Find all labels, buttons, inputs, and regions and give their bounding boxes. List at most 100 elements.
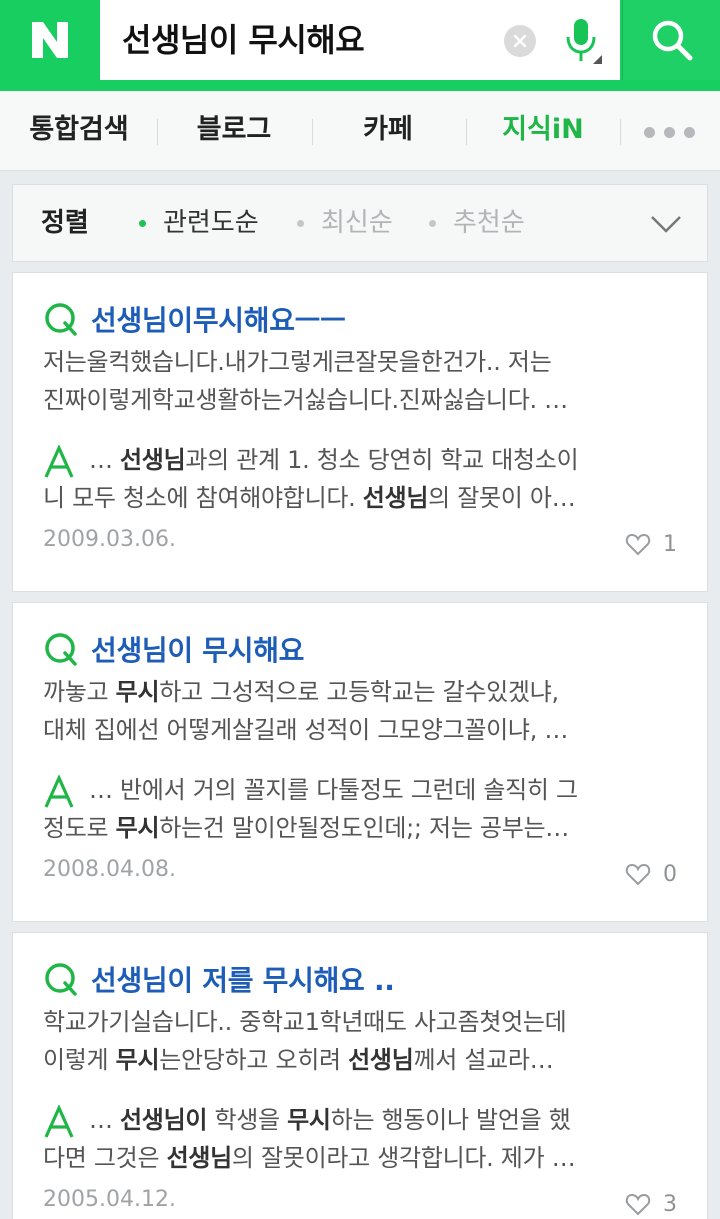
question-snippet: 저는울컥했습니다.내가그렇게큰잘못을한건가.. 저는진짜이렇게학교생활하는거싫습… xyxy=(43,343,683,419)
snippet-text: 학생을 xyxy=(207,1106,288,1134)
highlight-text: 선생님 xyxy=(348,1046,414,1074)
snippet-text: … xyxy=(89,446,121,474)
highlight-text: 선생님이 xyxy=(120,1106,208,1134)
snippet-line: 까놓고 무시하고 그성적으로 고등학교는 갈수있겠냐, xyxy=(43,673,683,711)
question-title[interactable]: 선생님이 무시해요 xyxy=(91,629,304,669)
naver-logo-icon xyxy=(32,22,68,58)
tab-cafe[interactable]: 카페 xyxy=(326,91,450,171)
tab-blog[interactable]: 블로그 xyxy=(170,91,298,171)
question-q-icon xyxy=(45,963,77,996)
question-q-icon xyxy=(45,633,77,666)
highlight-text: 선생님 xyxy=(362,484,429,512)
question-title[interactable]: 선생님이무시해요ㅡㅡ xyxy=(91,299,346,339)
snippet-text: 정도로 xyxy=(43,814,116,842)
snippet-text: 의 잘못이라고 생각합니다. 제가 … xyxy=(231,1144,576,1172)
snippet-text: 하는건 말이안될정도인데;; 저는 공부는… xyxy=(159,814,569,842)
snippet-text: 하고 그성적으로 고등학교는 갈수있겠냐, xyxy=(159,678,559,706)
snippet-text: 저는울컥했습니다.내가그렇게큰잘못을한건가.. 저는 xyxy=(43,348,552,376)
snippet-text: 하는 행동이나 발언을 했 xyxy=(330,1106,571,1134)
snippet-line: … 선생님이 학생을 무시하는 행동이나 발언을 했 xyxy=(43,1101,683,1139)
sort-option-relevance[interactable]: 관련도순 xyxy=(163,185,259,261)
snippet-line: 대체 집에선 어떻게살길래 성적이 그모양그꼴이냐, … xyxy=(43,711,683,749)
question-snippet: 학교가기실습니다.. 중학교1학년때도 사고좀쳣엇는데이렇게 무시는안당하고 오… xyxy=(43,1003,683,1079)
snippet-line: 다면 그것은 선생님의 잘못이라고 생각합니다. 제가 … xyxy=(43,1139,683,1177)
search-icon xyxy=(652,20,692,61)
snippet-text: 께서 설교라… xyxy=(413,1046,554,1074)
snippet-text: … xyxy=(89,1106,121,1134)
like-button[interactable]: 0 xyxy=(625,859,677,889)
sort-option-latest[interactable]: 최신순 xyxy=(321,185,393,261)
close-icon xyxy=(513,34,527,48)
result-card[interactable]: 선생님이 무시해요 까놓고 무시하고 그성적으로 고등학교는 갈수있겠냐, 대체 … xyxy=(12,602,708,922)
tab-knowledge-in[interactable]: 지식iN xyxy=(480,91,606,171)
snippet-text: 까놓고 xyxy=(43,678,116,706)
highlight-text: 선생님 xyxy=(166,1144,233,1172)
tab-separator xyxy=(466,119,467,145)
snippet-text: 과의 관계 1. 청소 당연히 학교 대청소이 xyxy=(185,446,579,474)
snippet-text: 다면 그것은 xyxy=(43,1144,167,1172)
snippet-text: 진짜이렇게학교생활하는거싫습니다.진짜싫습니다. … xyxy=(43,386,568,414)
heart-icon xyxy=(625,863,651,886)
search-header: 선생님이 무시해요 xyxy=(0,0,720,91)
result-card[interactable]: 선생님이무시해요ㅡㅡ 저는울컥했습니다.내가그렇게큰잘못을한건가.. 저는진짜이… xyxy=(12,272,708,592)
post-date: 2005.04.12. xyxy=(43,1187,176,1212)
heart-icon xyxy=(625,533,651,556)
more-tabs-icon[interactable] xyxy=(644,127,695,138)
snippet-text: 학교가기실습니다.. 중학교1학년때도 사고좀쳣엇는데 xyxy=(43,1008,567,1036)
sort-dot-icon xyxy=(429,220,436,227)
snippet-line: 진짜이렇게학교생활하는거싫습니다.진짜싫습니다. … xyxy=(43,381,683,419)
tab-separator xyxy=(312,119,313,145)
snippet-line: 정도로 무시하는건 말이안될정도인데;; 저는 공부는… xyxy=(43,809,683,847)
sort-bar: 정렬 관련도순 최신순 추천순 xyxy=(12,184,708,262)
sort-dot-icon xyxy=(139,220,146,227)
question-q-icon xyxy=(45,303,77,336)
chevron-down-icon[interactable] xyxy=(649,207,683,241)
tab-integrated-search[interactable]: 통합검색 xyxy=(14,91,144,171)
highlight-text: 무시 xyxy=(115,678,160,706)
like-button[interactable]: 3 xyxy=(625,1189,677,1219)
like-button[interactable]: 1 xyxy=(625,529,677,559)
answer-snippet: … 선생님이 학생을 무시하는 행동이나 발언을 했 다면 그것은 선생님의 잘못… xyxy=(43,1101,683,1177)
snippet-line: … 반에서 거의 꼴지를 다툴정도 그런데 솔직히 그 xyxy=(43,771,683,809)
highlight-text: 선생님 xyxy=(120,446,186,474)
clear-query-button[interactable] xyxy=(504,25,536,57)
like-count: 1 xyxy=(663,531,677,557)
snippet-text: … 반에서 거의 꼴지를 다툴정도 그런데 솔직히 그 xyxy=(89,776,578,804)
sort-dot-icon xyxy=(297,220,304,227)
snippet-text: 이렇게 xyxy=(43,1046,116,1074)
sort-option-recommended[interactable]: 추천순 xyxy=(453,185,525,261)
snippet-text: 의 잘못이 아… xyxy=(428,484,576,512)
highlight-text: 무시 xyxy=(287,1106,331,1134)
snippet-text: 니 모두 청소에 참여해야합니다. xyxy=(43,484,363,512)
snippet-line: 이렇게 무시는안당하고 오히려 선생님께서 설교라… xyxy=(43,1041,683,1079)
question-row: 선생님이 저를 무시해요 .. xyxy=(43,959,395,999)
highlight-text: 무시 xyxy=(115,1046,160,1074)
search-tabs: 통합검색 블로그 카페 지식iN xyxy=(0,91,720,171)
answer-snippet: … 선생님과의 관계 1. 청소 당연히 학교 대청소이 니 모두 청소에 참여해… xyxy=(43,441,683,517)
question-snippet: 까놓고 무시하고 그성적으로 고등학교는 갈수있겠냐, 대체 집에선 어떻게살길래… xyxy=(43,673,683,749)
voice-search-button[interactable] xyxy=(556,12,606,70)
question-title[interactable]: 선생님이 저를 무시해요 .. xyxy=(91,959,395,999)
tab-separator xyxy=(620,119,621,145)
result-card[interactable]: 선생님이 저를 무시해요 .. 학교가기실습니다.. 중학교1학년때도 사고좀쳣… xyxy=(12,932,708,1219)
question-row: 선생님이 무시해요 xyxy=(43,629,304,669)
search-box[interactable]: 선생님이 무시해요 xyxy=(100,0,620,80)
search-button[interactable] xyxy=(622,0,720,80)
highlight-text: 무시 xyxy=(115,814,160,842)
like-count: 3 xyxy=(663,1191,677,1217)
snippet-line: … 선생님과의 관계 1. 청소 당연히 학교 대청소이 xyxy=(43,441,683,479)
tab-separator xyxy=(157,119,158,145)
sort-title: 정렬 xyxy=(41,208,89,238)
snippet-line: 학교가기실습니다.. 중학교1학년때도 사고좀쳣엇는데 xyxy=(43,1003,683,1041)
answer-snippet: … 반에서 거의 꼴지를 다툴정도 그런데 솔직히 그정도로 무시하는건 말이안… xyxy=(43,771,683,847)
post-date: 2009.03.06. xyxy=(43,527,176,552)
naver-logo[interactable] xyxy=(0,0,100,80)
heart-icon xyxy=(625,1193,651,1216)
question-row: 선생님이무시해요ㅡㅡ xyxy=(43,299,346,339)
snippet-line: 니 모두 청소에 참여해야합니다. 선생님의 잘못이 아… xyxy=(43,479,683,517)
snippet-text: 는안당하고 오히려 xyxy=(159,1046,349,1074)
post-date: 2008.04.08. xyxy=(43,857,176,882)
snippet-text: 대체 집에선 어떻게살길래 성적이 그모양그꼴이냐, … xyxy=(43,716,569,744)
search-query[interactable]: 선생님이 무시해요 xyxy=(122,0,365,80)
mic-corner-marker xyxy=(593,55,602,64)
